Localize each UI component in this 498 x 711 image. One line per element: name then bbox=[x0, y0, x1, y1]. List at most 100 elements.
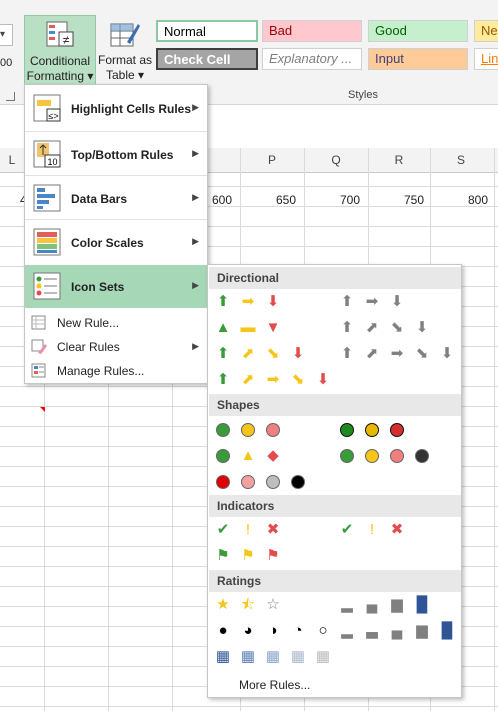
diamond-red-icon: ◆ bbox=[267, 447, 279, 464]
dialog-launcher-icon[interactable] bbox=[6, 92, 15, 101]
arrow-down-gray-icon: ⬇ bbox=[440, 345, 454, 362]
section-header-shapes: Shapes bbox=[209, 394, 461, 416]
triangle-up-icon: ▲ bbox=[215, 319, 231, 336]
boxes-1-icon: ▦ bbox=[290, 648, 306, 665]
arrow-up-icon: ⬆ bbox=[216, 293, 230, 310]
icon-set-5-ratings[interactable]: ▂ ▃ ▄ ▆ █ bbox=[338, 622, 456, 640]
svg-text:10: 10 bbox=[47, 157, 57, 167]
cell-O[interactable]: 600 bbox=[212, 193, 232, 207]
x-circle-icon: ✖ bbox=[266, 521, 280, 538]
menu-label: Icon Sets bbox=[71, 280, 125, 294]
column-header-P[interactable]: P bbox=[240, 148, 304, 172]
flag-green-icon: ⚑ bbox=[216, 547, 230, 564]
menu-separator bbox=[25, 175, 207, 176]
cell-P[interactable]: 650 bbox=[276, 193, 296, 207]
menu-item-top-bottom-rules[interactable]: 10 Top/Bottom Rules ▶ bbox=[25, 133, 207, 175]
arrow-down-right-gray-icon: ⬊ bbox=[390, 319, 404, 336]
chevron-right-icon: ▶ bbox=[192, 236, 199, 246]
icon-set-4-ratings[interactable]: ▂ ▄ ▆ █ bbox=[338, 596, 431, 614]
check-circle-icon: ✔ bbox=[216, 521, 230, 538]
icon-set-3-symbols[interactable]: ✔! ✖ bbox=[338, 521, 406, 539]
icon-sets-submenu: Directional Shapes Indicators Ratings ⬆ ➡… bbox=[207, 264, 462, 698]
arrow-down-right-icon: ⬊ bbox=[291, 371, 305, 388]
conditional-formatting-button[interactable]: ≠ Conditional Formatting ▾ bbox=[24, 15, 96, 85]
pie-empty-icon: ○ bbox=[318, 622, 328, 639]
cell-S[interactable]: 800 bbox=[468, 193, 488, 207]
style-cell-bad[interactable]: Bad bbox=[262, 20, 362, 42]
menu-label: Highlight Cells Rules bbox=[71, 102, 192, 116]
icon-set-3-signs[interactable]: ▲ ◆ bbox=[214, 447, 282, 465]
highlight-cells-icon: ≤> bbox=[33, 94, 61, 122]
signal-3-icon: ▆ bbox=[391, 596, 403, 613]
circle-pink-icon bbox=[241, 475, 255, 489]
arrow-down-gray-icon: ⬇ bbox=[390, 293, 404, 310]
menu-label: Data Bars bbox=[71, 192, 128, 206]
clear-rules-icon bbox=[31, 339, 47, 354]
cell-R[interactable]: 750 bbox=[404, 193, 424, 207]
section-header-directional: Directional bbox=[209, 267, 461, 289]
icon-set-3-traffic-lights[interactable] bbox=[214, 421, 282, 439]
icon-set-5-arrows-gray[interactable]: ⬆ ⬈ ➡ ⬊ ⬇ bbox=[338, 345, 456, 363]
style-cell-lin[interactable]: Lin bbox=[474, 48, 498, 70]
style-cell-explanatory[interactable]: Explanatory ... bbox=[262, 48, 362, 70]
arrow-up-icon: ⬆ bbox=[216, 345, 230, 362]
section-header-indicators: Indicators bbox=[209, 495, 461, 517]
menu-item-clear-rules[interactable]: Clear Rules ▶ bbox=[25, 335, 207, 359]
icon-set-5-boxes[interactable]: ▦ ▦ ▦ ▦ ▦ bbox=[214, 648, 332, 666]
traffic-light-green-icon bbox=[340, 423, 354, 437]
menu-item-icon-sets[interactable]: Icon Sets ▶ bbox=[25, 265, 207, 308]
icon-set-3-triangles[interactable]: ▲ ▬ ▼ bbox=[214, 319, 282, 337]
traffic-light-yellow-icon bbox=[365, 423, 379, 437]
icon-set-3-symbols-circled[interactable]: ✔! ✖ bbox=[214, 521, 282, 539]
icon-set-5-quarters[interactable]: ● ◕ ◑ ◔ ○ bbox=[214, 622, 332, 640]
icon-set-red-to-black[interactable] bbox=[214, 473, 307, 491]
icon-set-3-arrows-gray[interactable]: ⬆ ➡ ⬇ bbox=[338, 293, 406, 311]
column-header-R[interactable]: R bbox=[368, 148, 430, 172]
ribbon-left-text: 00 bbox=[0, 57, 13, 69]
chevron-right-icon: ▶ bbox=[192, 148, 199, 158]
circle-black-icon bbox=[415, 449, 429, 463]
circle-gray-icon bbox=[266, 475, 280, 489]
style-cell-check-cell[interactable]: Check Cell bbox=[156, 48, 258, 70]
arrow-right-icon: ➡ bbox=[266, 371, 280, 388]
menu-item-new-rule[interactable]: New Rule... bbox=[25, 311, 207, 335]
star-half-icon: ⯪ bbox=[240, 596, 256, 613]
arrow-up-right-icon: ⬈ bbox=[241, 345, 255, 362]
section-header-ratings: Ratings bbox=[209, 570, 461, 592]
icon-set-3-flags[interactable]: ⚑ ⚑ ⚑ bbox=[214, 547, 282, 565]
menu-item-color-scales[interactable]: Color Scales ▶ bbox=[25, 221, 207, 263]
icon-set-5-arrows[interactable]: ⬆ ⬈ ➡ ⬊ ⬇ bbox=[214, 371, 332, 389]
style-cell-input[interactable]: Input bbox=[368, 48, 468, 70]
pie-full-icon: ● bbox=[218, 622, 228, 639]
check-icon: ✔ bbox=[340, 521, 354, 538]
column-header-L[interactable]: L bbox=[0, 148, 24, 172]
signal-4-icon: █ bbox=[416, 596, 428, 613]
icon-set-3-traffic-lights-rimmed[interactable] bbox=[338, 421, 406, 439]
chevron-right-icon: ▶ bbox=[192, 280, 199, 290]
icon-set-4-arrows[interactable]: ⬆ ⬈ ⬊ ⬇ bbox=[214, 345, 307, 363]
arrow-up-icon: ⬆ bbox=[216, 371, 230, 388]
top-bottom-icon: 10 bbox=[33, 140, 61, 168]
icon-set-3-stars[interactable]: ★ ⯪ ☆ bbox=[214, 596, 282, 614]
column-header-Q[interactable]: Q bbox=[304, 148, 368, 172]
chevron-right-icon: ▶ bbox=[192, 341, 199, 351]
conditional-formatting-menu: ≤> Highlight Cells Rules ▶ 10 Top/Bottom… bbox=[24, 84, 208, 384]
signal-4-icon: ▆ bbox=[416, 622, 428, 639]
icon-set-4-arrows-gray[interactable]: ⬆ ⬈ ⬊ ⬇ bbox=[338, 319, 431, 337]
more-rules-link[interactable]: More Rules... bbox=[239, 678, 310, 692]
style-cell-normal[interactable]: Normal bbox=[156, 20, 258, 42]
format-as-table-button[interactable]: Format as Table ▾ bbox=[96, 15, 154, 85]
arrow-up-right-icon: ⬈ bbox=[241, 371, 255, 388]
style-cell-good[interactable]: Good bbox=[368, 20, 468, 42]
cell-Q[interactable]: 700 bbox=[340, 193, 360, 207]
signal-5-icon: █ bbox=[441, 622, 453, 639]
icon-set-3-arrows[interactable]: ⬆ ➡ ⬇ bbox=[214, 293, 282, 311]
icon-set-4-traffic-lights[interactable] bbox=[338, 447, 431, 465]
menu-item-highlight-cells-rules[interactable]: ≤> Highlight Cells Rules ▶ bbox=[25, 87, 207, 129]
dash-icon: ▬ bbox=[240, 319, 256, 336]
arrow-down-icon: ⬇ bbox=[291, 345, 305, 362]
column-header-S[interactable]: S bbox=[430, 148, 492, 172]
style-cell-ne[interactable]: Ne bbox=[474, 20, 498, 42]
menu-item-data-bars[interactable]: Data Bars ▶ bbox=[25, 177, 207, 219]
menu-item-manage-rules[interactable]: Manage Rules... bbox=[25, 359, 207, 383]
